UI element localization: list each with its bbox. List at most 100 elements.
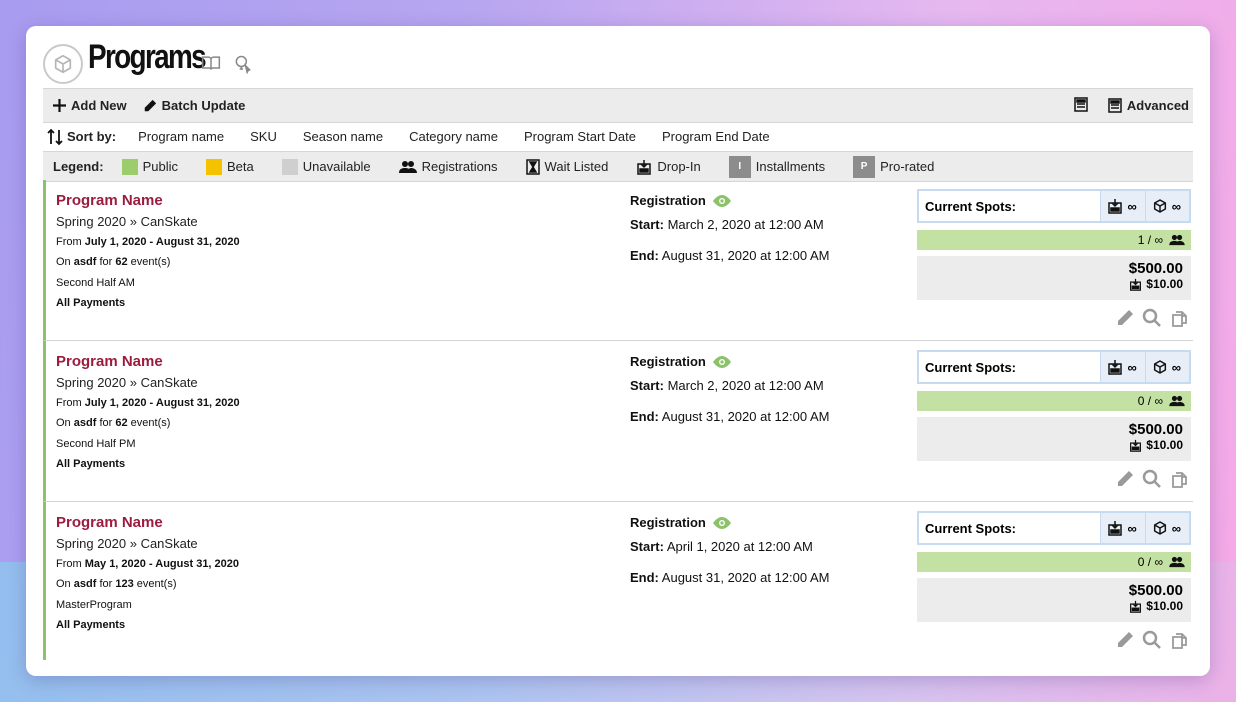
- sort-by-label: Sort by:: [47, 128, 116, 146]
- sort-bar: Sort by: Program name SKU Season name Ca…: [43, 122, 1193, 151]
- prorated-badge: P: [853, 155, 876, 178]
- dropin-spots: ∞: [1100, 513, 1145, 543]
- program-season: Spring 2020 » CanSkate: [56, 375, 198, 390]
- package-spots: ∞: [1144, 191, 1189, 221]
- toolbar: Add New Batch Update Advanced: [43, 88, 1193, 123]
- program-season: Spring 2020 » CanSkate: [56, 536, 198, 551]
- search-icon[interactable]: [1142, 469, 1162, 489]
- batch-update-label: Batch Update: [161, 98, 246, 113]
- advanced-label: Advanced: [1126, 98, 1189, 113]
- dropin-spots: ∞: [1100, 352, 1145, 382]
- registration-status: Registration: [630, 193, 732, 208]
- programs-panel: Programs Add New Batch Update Advanced S…: [26, 26, 1210, 676]
- legend-drop-in: Drop-In: [636, 159, 701, 175]
- program-row: Program Name Spring 2020 » CanSkate From…: [43, 180, 1193, 341]
- sort-end-date[interactable]: Program End Date: [662, 129, 770, 144]
- advanced-icon: [1108, 98, 1122, 113]
- program-payments: All Payments: [56, 297, 126, 309]
- export-icon[interactable]: [1074, 96, 1088, 115]
- eye-icon: [712, 516, 731, 529]
- registration-start: Start: April 1, 2020 at 12:00 AM: [630, 539, 813, 554]
- legend-label: Legend:: [53, 159, 104, 174]
- program-payments: All Payments: [56, 619, 126, 631]
- drop-in-icon: [1108, 360, 1123, 375]
- copy-icon[interactable]: [1169, 630, 1189, 650]
- cube-icon: [1153, 360, 1166, 374]
- registration-count-bar: 1 / ∞: [917, 230, 1191, 250]
- program-dates: From July 1, 2020 - August 31, 2020: [56, 397, 240, 409]
- program-dates: From May 1, 2020 - August 31, 2020: [56, 558, 240, 570]
- program-name-link[interactable]: Program Name: [56, 192, 163, 209]
- registration-count-bar: 0 / ∞: [917, 391, 1191, 411]
- batch-update-button[interactable]: Batch Update: [143, 98, 246, 113]
- program-payments: All Payments: [56, 458, 126, 470]
- edit-icon[interactable]: [1115, 308, 1135, 328]
- public-swatch: [121, 158, 138, 175]
- sort-sku[interactable]: SKU: [250, 129, 277, 144]
- dropin-price: $10.00: [1129, 438, 1183, 452]
- program-name-link[interactable]: Program Name: [56, 514, 163, 531]
- edit-icon[interactable]: [1115, 469, 1135, 489]
- dropin-price: $10.00: [1129, 277, 1183, 291]
- hourglass-icon: [525, 158, 540, 175]
- program-price: $500.00: [1128, 582, 1183, 599]
- registration-status: Registration: [630, 515, 732, 530]
- program-price: $500.00: [1128, 421, 1183, 438]
- drop-in-icon: [1108, 521, 1123, 536]
- program-session: Second Half AM: [56, 277, 135, 289]
- registration-end: End: August 31, 2020 at 12:00 AM: [630, 409, 830, 424]
- cube-icon: [1153, 521, 1166, 535]
- add-new-label: Add New: [71, 98, 127, 113]
- program-list: Program Name Spring 2020 » CanSkate From…: [43, 180, 1193, 660]
- current-spots: Current Spots: ∞ ∞: [917, 189, 1191, 223]
- edit-icon[interactable]: [1115, 630, 1135, 650]
- program-session: MasterProgram: [56, 599, 132, 611]
- sort-start-date[interactable]: Program Start Date: [524, 129, 636, 144]
- legend-installments: I Installments: [728, 155, 825, 178]
- cube-icon: [1153, 199, 1166, 213]
- cube-logo-icon: [43, 44, 83, 84]
- search-icon[interactable]: [1142, 630, 1162, 650]
- users-icon: [398, 160, 417, 173]
- price-box: $500.00 $10.00: [917, 417, 1191, 461]
- users-icon: [1169, 556, 1185, 568]
- drop-in-icon: [1130, 600, 1142, 613]
- eye-icon: [712, 355, 731, 368]
- users-icon: [1169, 234, 1185, 246]
- drop-in-icon: [1130, 278, 1142, 291]
- legend-wait-listed: Wait Listed: [525, 158, 608, 175]
- advanced-button[interactable]: Advanced: [1108, 98, 1189, 113]
- program-name-link[interactable]: Program Name: [56, 353, 163, 370]
- sort-arrows-icon: [47, 128, 63, 145]
- add-new-button[interactable]: Add New: [53, 98, 127, 113]
- dropin-spots: ∞: [1100, 191, 1145, 221]
- drop-in-icon: [637, 159, 652, 175]
- legend-prorated: P Pro-rated: [853, 155, 934, 178]
- book-icon[interactable]: [201, 54, 221, 74]
- legend-public: Public: [121, 158, 178, 175]
- price-box: $500.00 $10.00: [917, 578, 1191, 622]
- search-icon[interactable]: [1142, 308, 1162, 328]
- registration-start: Start: March 2, 2020 at 12:00 AM: [630, 378, 824, 393]
- program-season: Spring 2020 » CanSkate: [56, 214, 198, 229]
- current-spots: Current Spots: ∞ ∞: [917, 511, 1191, 545]
- program-row: Program Name Spring 2020 » CanSkate From…: [43, 341, 1193, 502]
- page-header: Programs: [43, 26, 1193, 88]
- copy-icon[interactable]: [1169, 469, 1189, 489]
- program-dates: From July 1, 2020 - August 31, 2020: [56, 236, 240, 248]
- eye-icon: [712, 194, 731, 207]
- price-box: $500.00 $10.00: [917, 256, 1191, 300]
- sort-season-name[interactable]: Season name: [303, 129, 383, 144]
- users-icon: [1169, 395, 1185, 407]
- sort-program-name[interactable]: Program name: [138, 129, 224, 144]
- copy-icon[interactable]: [1169, 308, 1189, 328]
- legend-unavailable: Unavailable: [281, 158, 371, 175]
- installments-badge: I: [728, 155, 751, 178]
- registration-count-bar: 0 / ∞: [917, 552, 1191, 572]
- lightbulb-help-icon[interactable]: [233, 54, 253, 74]
- sort-category-name[interactable]: Category name: [409, 129, 498, 144]
- registration-status: Registration: [630, 354, 732, 369]
- legend-bar: Legend: Public Beta Unavailable Registra…: [43, 151, 1193, 182]
- package-spots: ∞: [1144, 352, 1189, 382]
- program-session: Second Half PM: [56, 438, 136, 450]
